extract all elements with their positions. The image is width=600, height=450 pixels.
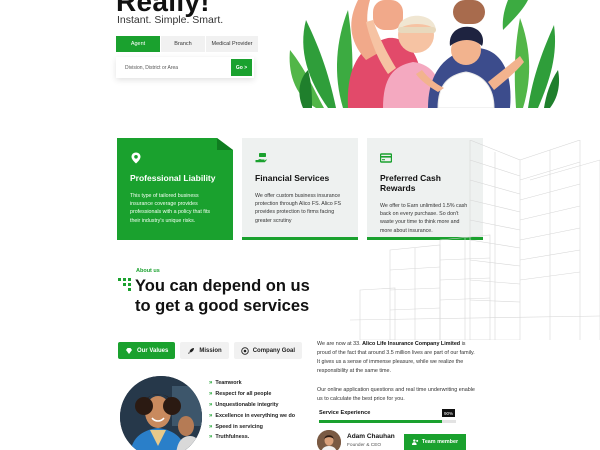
diamond-icon [126,347,132,354]
team-photo [120,376,202,450]
target-icon [240,346,249,355]
double-chevron-icon: » [209,423,213,430]
card-title: Financial Services [255,173,330,183]
location-pin-icon [131,152,141,164]
card-financial-services[interactable]: Financial Services We offer custom busin… [242,138,358,240]
card-professional-liability[interactable]: Professional Liability This type of tail… [117,138,233,240]
experience-progress-bar [319,420,456,423]
location-search-box: Go > [116,57,254,78]
ceo-role: Founder & CEO [347,443,382,448]
tab-label: Company Goal [252,347,296,354]
list-item: » Respect for all people [209,391,272,398]
list-item: » Excellence in everything we do [209,412,296,419]
experience-percent-badge: 90% [442,409,456,417]
double-chevron-icon: » [209,434,213,441]
family-illustration [288,0,560,108]
list-item: » Truthfulness. [209,434,250,441]
ceo-avatar [317,430,341,450]
about-paragraph: We are now at 33. Alico Life Insurance C… [317,341,475,374]
ceo-name: Adam Chauhan [347,433,395,440]
tab-company-goal[interactable]: Company Goal [233,342,303,359]
about-paragraph-secondary: Our online application questions and rea… [317,387,475,402]
search-tabs: Agent Branch Medical Provider [116,36,259,52]
go-button[interactable]: Go > [231,59,252,76]
tab-agent[interactable]: Agent [116,36,161,52]
list-item: » Speed in servicing [209,423,263,430]
rocket-icon [188,347,195,354]
list-item: » Teamwork [209,380,242,387]
tab-branch[interactable]: Branch [161,36,206,52]
city-buildings-illustration [350,140,600,340]
experience-progress-fill [319,420,443,423]
location-search-input[interactable] [116,57,231,78]
users-icon [411,439,419,445]
corner-fold-icon [217,138,233,150]
company-name: Alico Life Insurance Company Limited [362,341,461,347]
double-chevron-icon: » [209,380,213,387]
tab-label: Mission [199,347,222,354]
values-list: » Teamwork » Respect for all people » Unque… [209,378,295,443]
hero-subtitle: Instant. Simple. Smart. [117,14,224,26]
card-text: This type of tailored business insurance… [130,193,211,224]
about-tabs: Our Values Mission Company Goal [118,342,303,359]
card-title: Professional Liability [130,173,216,183]
hand-money-icon [255,153,267,163]
double-chevron-icon: » [209,391,213,398]
tab-our-values[interactable]: Our Values [118,342,176,359]
double-chevron-icon: » [209,401,213,408]
section-label: About us [136,268,160,274]
team-member-label: Team member [421,439,459,445]
card-text: We offer custom business insurance prote… [255,193,341,224]
team-member-button[interactable]: Team member [404,434,466,450]
tab-medical-provider[interactable]: Medical Provider [206,36,259,52]
experience-label: Service Experience [319,410,371,416]
double-chevron-icon: » [209,412,213,419]
tab-label: Our Values [137,347,169,354]
list-item: » Unquestionable integrity [209,401,279,408]
dots-decoration-icon [118,278,131,291]
section-heading: You can depend on us to get a good servi… [135,277,310,315]
tab-mission[interactable]: Mission [180,342,229,359]
